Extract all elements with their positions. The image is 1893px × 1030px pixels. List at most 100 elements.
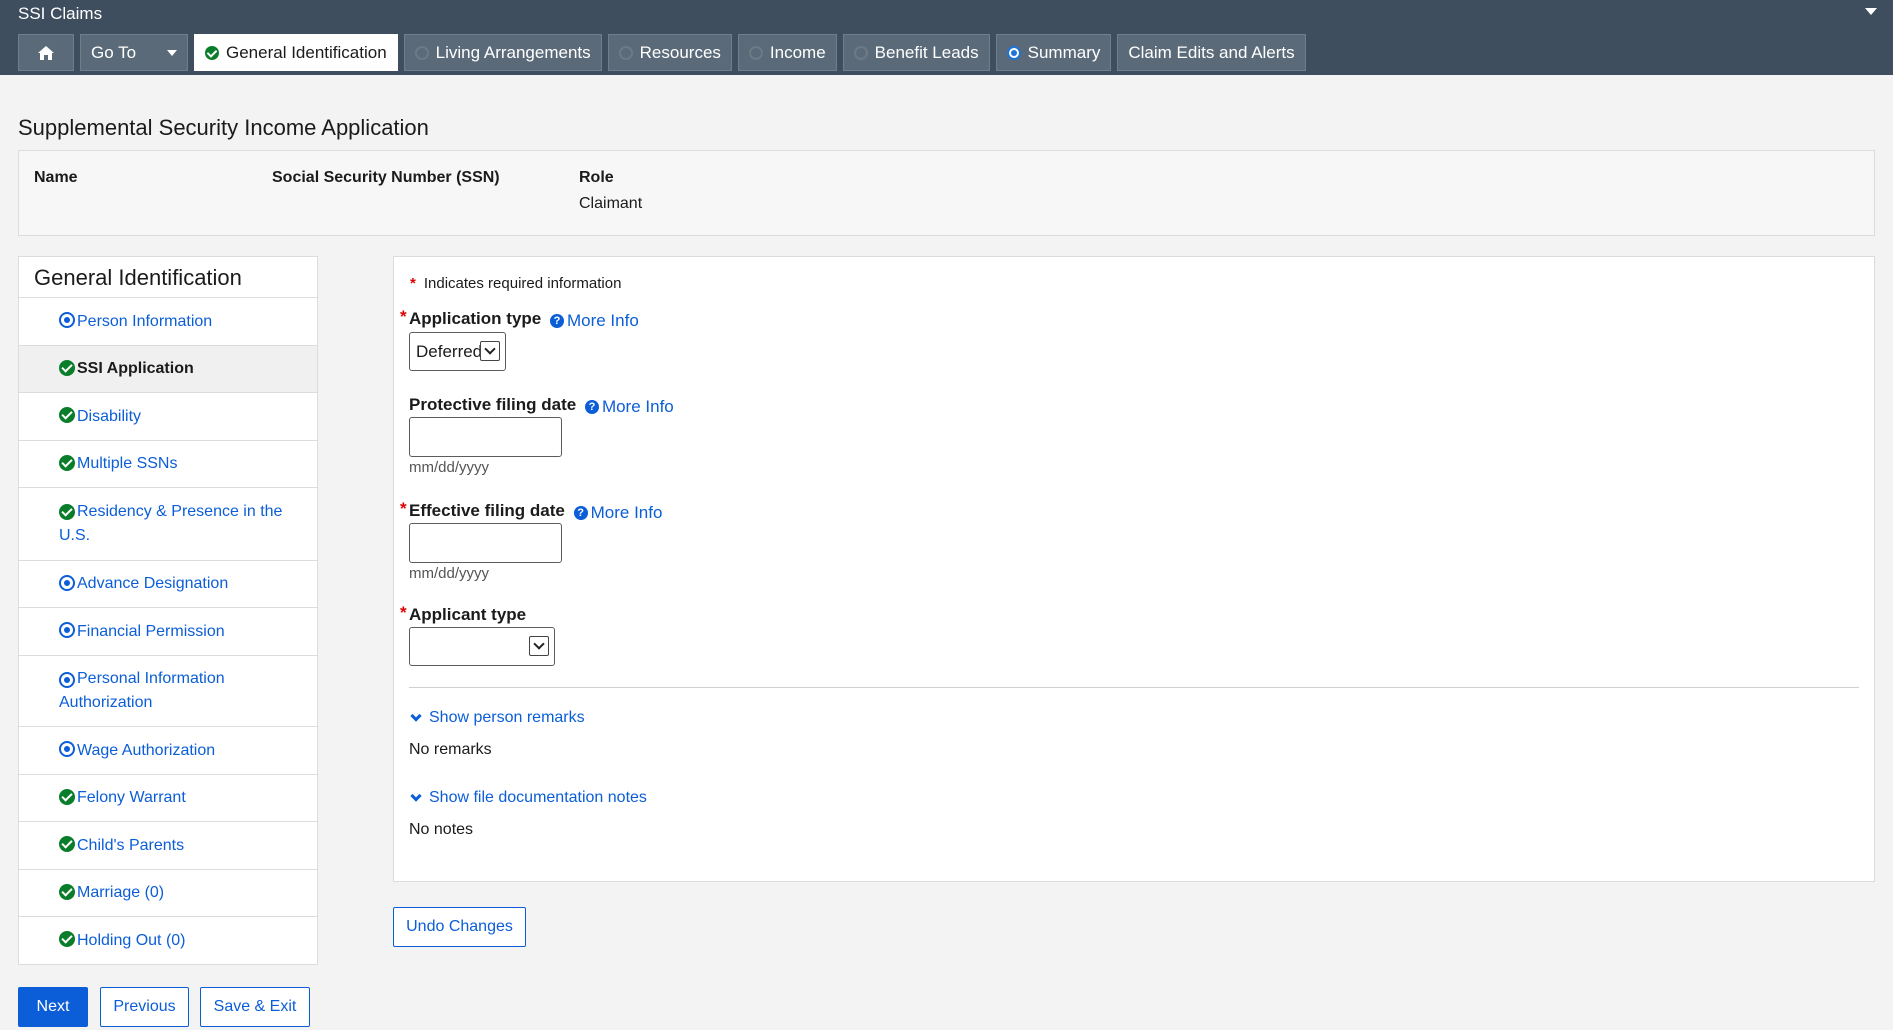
side-item-personal-info-authorization[interactable]: Personal Information Authorization xyxy=(19,656,317,727)
toggle-label: Show person remarks xyxy=(429,709,585,726)
complete-check-icon xyxy=(59,884,75,900)
next-button[interactable]: Next xyxy=(18,987,88,1027)
application-type-select[interactable]: Deferred xyxy=(409,332,506,371)
side-item-residency[interactable]: Residency & Presence in the U.S. xyxy=(19,488,317,561)
role-label: Role xyxy=(579,169,614,186)
application-type-label: * Application type ? More Info xyxy=(400,307,639,331)
tab-summary[interactable]: Summary xyxy=(995,34,1112,71)
name-column: Name xyxy=(34,169,78,195)
side-item-label: Advance Designation xyxy=(77,575,229,592)
goto-label: Go To xyxy=(91,42,137,62)
complete-check-icon xyxy=(59,789,75,805)
question-icon: ? xyxy=(573,506,588,520)
effective-date-hint: mm/dd/yyyy xyxy=(409,565,490,582)
notes-text: No notes xyxy=(409,821,474,838)
show-person-remarks-toggle[interactable]: Show person remarks xyxy=(409,709,585,727)
side-item-felony-warrant[interactable]: Felony Warrant xyxy=(19,775,317,822)
side-item-financial-permission[interactable]: Financial Permission xyxy=(19,608,317,656)
side-item-marriage[interactable]: Marriage (0) xyxy=(19,870,317,917)
in-progress-icon xyxy=(59,672,75,688)
tab-living-arrangements[interactable]: Living Arrangements xyxy=(403,34,602,71)
home-button[interactable] xyxy=(18,34,74,71)
home-icon xyxy=(38,45,54,60)
tab-resources[interactable]: Resources xyxy=(607,34,732,71)
side-item-advance-designation[interactable]: Advance Designation xyxy=(19,561,317,608)
required-star: * xyxy=(400,307,407,326)
side-item-label: SSI Application xyxy=(77,360,194,377)
toggle-label: Show file documentation notes xyxy=(429,789,647,806)
question-icon: ? xyxy=(584,400,599,414)
goto-menu-button[interactable]: Go To xyxy=(80,34,188,71)
side-item-disability[interactable]: Disability xyxy=(19,393,317,441)
side-item-childs-parents[interactable]: Child's Parents xyxy=(19,822,317,870)
label-text: Applicant type xyxy=(409,605,527,624)
chevron-down-icon xyxy=(410,710,422,722)
tab-general-identification[interactable]: General Identification xyxy=(194,34,398,71)
complete-check-icon xyxy=(205,45,219,60)
side-item-wage-authorization[interactable]: Wage Authorization xyxy=(19,727,317,775)
tab-label: Claim Edits and Alerts xyxy=(1128,42,1295,62)
tab-label: Income xyxy=(769,42,826,62)
required-star: * xyxy=(400,499,407,518)
save-exit-button[interactable]: Save & Exit xyxy=(200,987,310,1027)
applicant-type-select[interactable] xyxy=(409,627,555,666)
selected-value: Deferred xyxy=(416,341,483,361)
side-item-person-information[interactable]: Person Information xyxy=(19,298,317,346)
complete-check-icon xyxy=(59,931,75,947)
ssn-label: Social Security Number (SSN) xyxy=(272,169,500,186)
more-info-text: More Info xyxy=(566,311,639,330)
chevron-down-icon xyxy=(167,49,177,56)
name-label: Name xyxy=(34,169,78,186)
previous-button[interactable]: Previous xyxy=(100,987,189,1027)
label-text: Protective filing date xyxy=(409,395,577,414)
tab-label: Summary xyxy=(1027,42,1101,62)
undo-changes-button[interactable]: Undo Changes xyxy=(393,907,526,947)
caret-down-icon[interactable] xyxy=(1865,8,1877,15)
not-started-icon xyxy=(618,45,633,60)
side-item-multiple-ssns[interactable]: Multiple SSNs xyxy=(19,441,317,488)
app-title: SSI Claims xyxy=(18,4,103,23)
not-started-icon xyxy=(414,45,429,60)
complete-check-icon xyxy=(59,360,75,376)
applicant-type-label: * Applicant type xyxy=(400,603,527,625)
show-file-notes-toggle[interactable]: Show file documentation notes xyxy=(409,789,647,807)
more-info-text: More Info xyxy=(601,397,674,416)
effective-date-input[interactable] xyxy=(409,523,562,563)
tab-label: Resources xyxy=(639,42,721,62)
side-item-ssi-application[interactable]: SSI Application xyxy=(19,346,317,393)
required-note-text: Indicates required information xyxy=(423,275,622,292)
side-item-label: Multiple SSNs xyxy=(77,455,178,472)
ssn-column: Social Security Number (SSN) xyxy=(272,169,500,195)
complete-check-icon xyxy=(59,407,75,423)
role-column: Role Claimant xyxy=(579,169,642,213)
complete-check-icon xyxy=(59,504,75,520)
more-info-text: More Info xyxy=(590,503,663,522)
required-star: * xyxy=(400,603,407,622)
in-progress-icon xyxy=(59,741,75,757)
label-text: Application type xyxy=(409,309,542,328)
not-started-icon xyxy=(853,45,868,60)
effective-date-label: * Effective filing date ? More Info xyxy=(400,499,663,523)
tab-claim-edits-alerts[interactable]: Claim Edits and Alerts xyxy=(1117,34,1306,71)
chevron-down-icon xyxy=(480,341,500,361)
tab-income[interactable]: Income xyxy=(737,34,837,71)
section-side-nav: General Identification Person Informatio… xyxy=(18,256,318,965)
in-progress-icon xyxy=(59,312,75,328)
side-item-label: Residency & Presence in the U.S. xyxy=(59,503,283,544)
side-item-label: Personal Information Authorization xyxy=(59,670,225,711)
in-progress-icon xyxy=(59,575,75,591)
chevron-down-icon xyxy=(410,790,422,802)
protective-date-input[interactable] xyxy=(409,417,562,457)
complete-check-icon xyxy=(59,836,75,852)
side-item-holding-out[interactable]: Holding Out (0) xyxy=(19,917,317,964)
more-info-link[interactable]: ? More Info xyxy=(584,397,674,417)
remarks-text: No remarks xyxy=(409,741,492,758)
tab-benefit-leads[interactable]: Benefit Leads xyxy=(842,34,990,71)
more-info-link[interactable]: ? More Info xyxy=(549,311,639,331)
more-info-link[interactable]: ? More Info xyxy=(573,503,663,523)
ssi-application-form: * Indicates required information * Applic… xyxy=(393,256,1875,882)
side-item-label: Holding Out (0) xyxy=(77,931,186,949)
divider xyxy=(409,687,1859,688)
protective-date-hint: mm/dd/yyyy xyxy=(409,459,490,476)
side-item-label: Child's Parents xyxy=(77,836,185,854)
